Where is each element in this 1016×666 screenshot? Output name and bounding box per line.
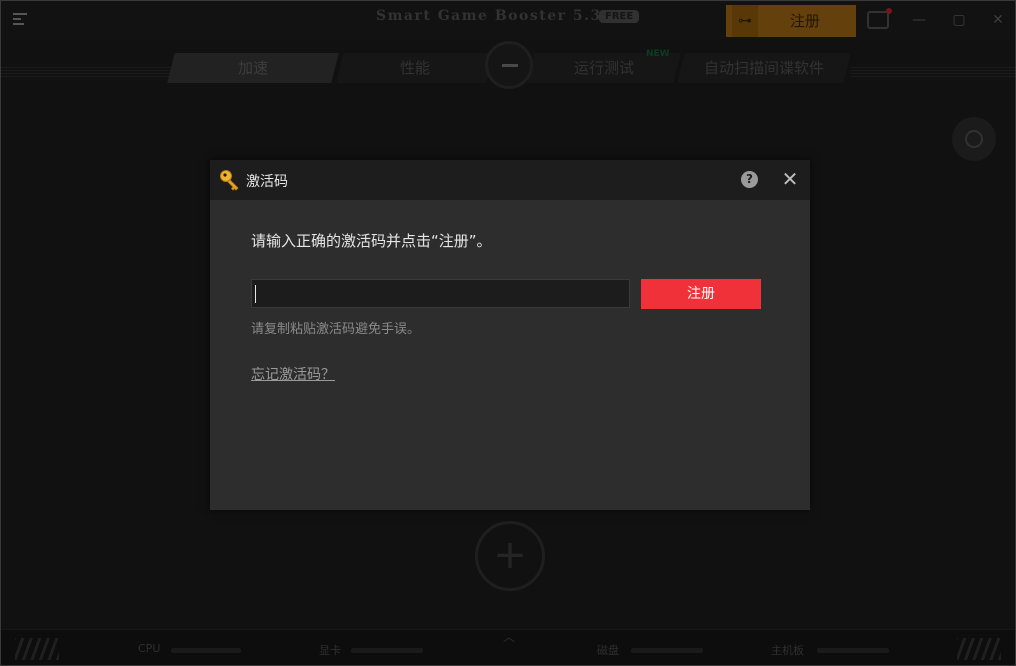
forgot-code-link[interactable]: 忘记激活码？ [251,364,335,384]
app-window: Smart Game Booster 5.3 FREE ⊶ 注册 — ▢ ✕ 加… [0,0,1016,666]
close-icon[interactable]: ✕ [780,168,800,190]
activation-dialog: 激活码 ? ✕ 请输入正确的激活码并点击“注册”。 注册 请复制粘贴激活码避免手… [210,160,810,510]
dialog-title: 激活码 [246,174,288,190]
dialog-header: 激活码 ? ✕ [210,160,810,200]
help-icon[interactable]: ? [741,171,758,188]
key-icon [220,170,239,191]
register-button[interactable]: 注册 [641,279,761,309]
text-caret [255,285,256,303]
hint-text: 请复制粘贴激活码避免手误。 [251,322,421,337]
instruction-text: 请输入正确的激活码并点击“注册”。 [251,232,492,250]
activation-code-input[interactable] [251,279,630,308]
